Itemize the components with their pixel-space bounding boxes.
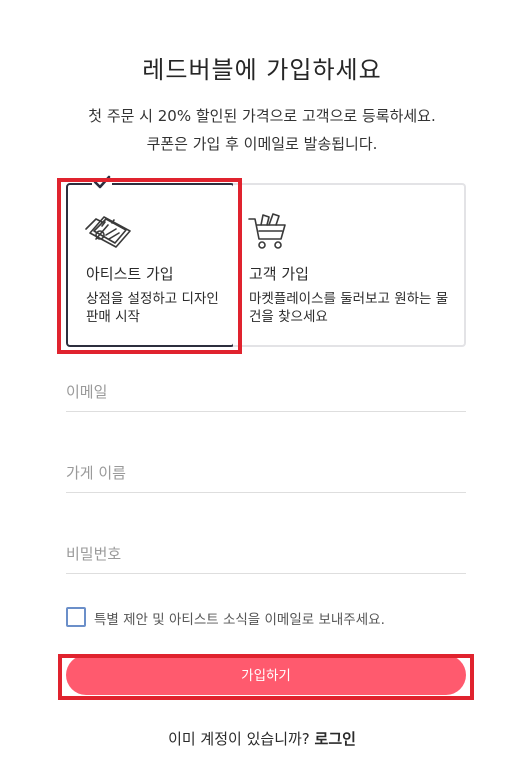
email-field[interactable] — [66, 372, 466, 411]
artist-signup-card[interactable]: 아티스트 가입 상점을 설정하고 디자인 판매 시작 — [66, 175, 235, 347]
page-title: 레드버블에 가입하세요 — [142, 56, 382, 84]
artist-signup-title: 아티스트 가입 — [86, 265, 174, 283]
customer-signup-title: 고객 가입 — [249, 265, 309, 283]
promo-subtitle: 첫 주문 시 20% 할인된 가격으로 고객으로 등록하세요. — [88, 107, 436, 125]
shop-name-field[interactable] — [66, 453, 466, 492]
artwork-icon — [82, 209, 136, 251]
shopping-cart-icon — [247, 211, 291, 253]
login-prompt: 이미 계정이 있습니까? 로그인 — [0, 728, 524, 749]
checkmark-icon — [92, 175, 112, 191]
shop-name-field-wrapper — [66, 453, 466, 493]
newsletter-label[interactable]: 특별 제안 및 아티스트 소식을 이메일로 보내주세요. — [94, 608, 385, 628]
password-field[interactable] — [66, 534, 466, 573]
signup-button[interactable]: 가입하기 — [66, 655, 466, 695]
newsletter-checkbox[interactable] — [66, 607, 86, 627]
customer-signup-description: 마켓플레이스를 둘러보고 원하는 물건을 찾으세요 — [249, 291, 449, 325]
customer-signup-card[interactable]: 고객 가입 마켓플레이스를 둘러보고 원하는 물건을 찾으세요 — [233, 183, 466, 347]
password-field-wrapper — [66, 534, 466, 574]
have-account-text: 이미 계정이 있습니까? — [168, 730, 315, 748]
email-field-wrapper — [66, 372, 466, 412]
login-link[interactable]: 로그인 — [315, 730, 356, 748]
artist-signup-description: 상점을 설정하고 디자인 판매 시작 — [86, 291, 219, 325]
coupon-subtitle: 쿠폰은 가입 후 이메일로 발송됩니다. — [146, 135, 378, 153]
